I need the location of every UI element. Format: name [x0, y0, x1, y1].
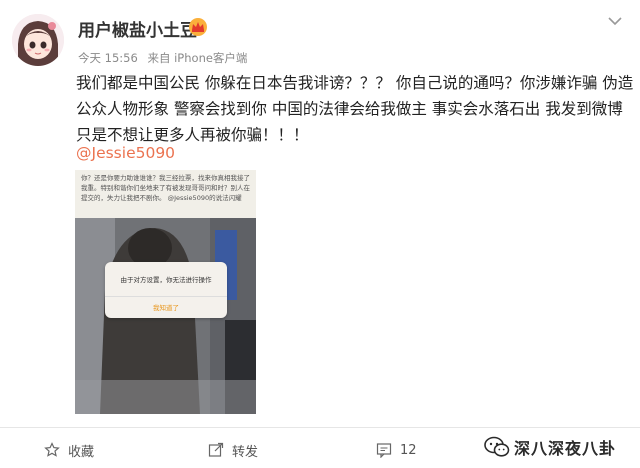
watermark-text: 深八深夜八卦: [514, 439, 617, 458]
post-text: 我们都是中国公民 你躲在日本告我诽谤？？？ 你自己说的通吗？你涉嫌诈骗 伪造公众…: [76, 74, 634, 144]
dialog-button: 我知道了: [153, 304, 179, 312]
favorite-label: 收藏: [68, 444, 95, 460]
post-image[interactable]: 你？还是你要力助谁谁谁？我三经拉票，找来你真相我接了我重。特别和谐你们坐地来了有…: [75, 170, 256, 414]
vip-crown-icon: [189, 18, 207, 36]
dialog-message: 由于对方设置，你无法进行操作: [120, 276, 212, 284]
comment-icon: [376, 443, 392, 458]
comment-count: 12: [400, 442, 417, 458]
repost-label: 转发: [232, 444, 259, 460]
repost-button[interactable]: 转发: [208, 440, 258, 460]
watermark: 深八深夜八卦: [484, 430, 616, 464]
chevron-down-icon[interactable]: [606, 14, 624, 28]
image-caption-text: 你？还是你要力助谁谁谁？我三经拉票，找来你真相我接了我重。特别和谐你们坐地来了有…: [75, 170, 256, 218]
post-source: 来自 iPhone客户端: [147, 51, 248, 65]
favorite-button[interactable]: 收藏: [44, 440, 94, 460]
avatar[interactable]: [12, 14, 64, 66]
mention-link[interactable]: @Jessie5090: [76, 144, 175, 162]
alert-dialog: 由于对方设置，你无法进行操作 我知道了: [105, 262, 227, 318]
comment-button[interactable]: 12: [376, 440, 417, 460]
footer-divider: [0, 427, 640, 428]
share-icon: [208, 442, 224, 457]
post-time: 今天 15:56: [78, 51, 138, 65]
wechat-icon: [484, 436, 510, 457]
star-icon: [44, 442, 60, 457]
post-meta: 今天 15:56 来自 iPhone客户端: [78, 50, 247, 66]
username[interactable]: 用户椒盐小土豆: [78, 16, 197, 41]
dialog-divider: [105, 296, 227, 297]
